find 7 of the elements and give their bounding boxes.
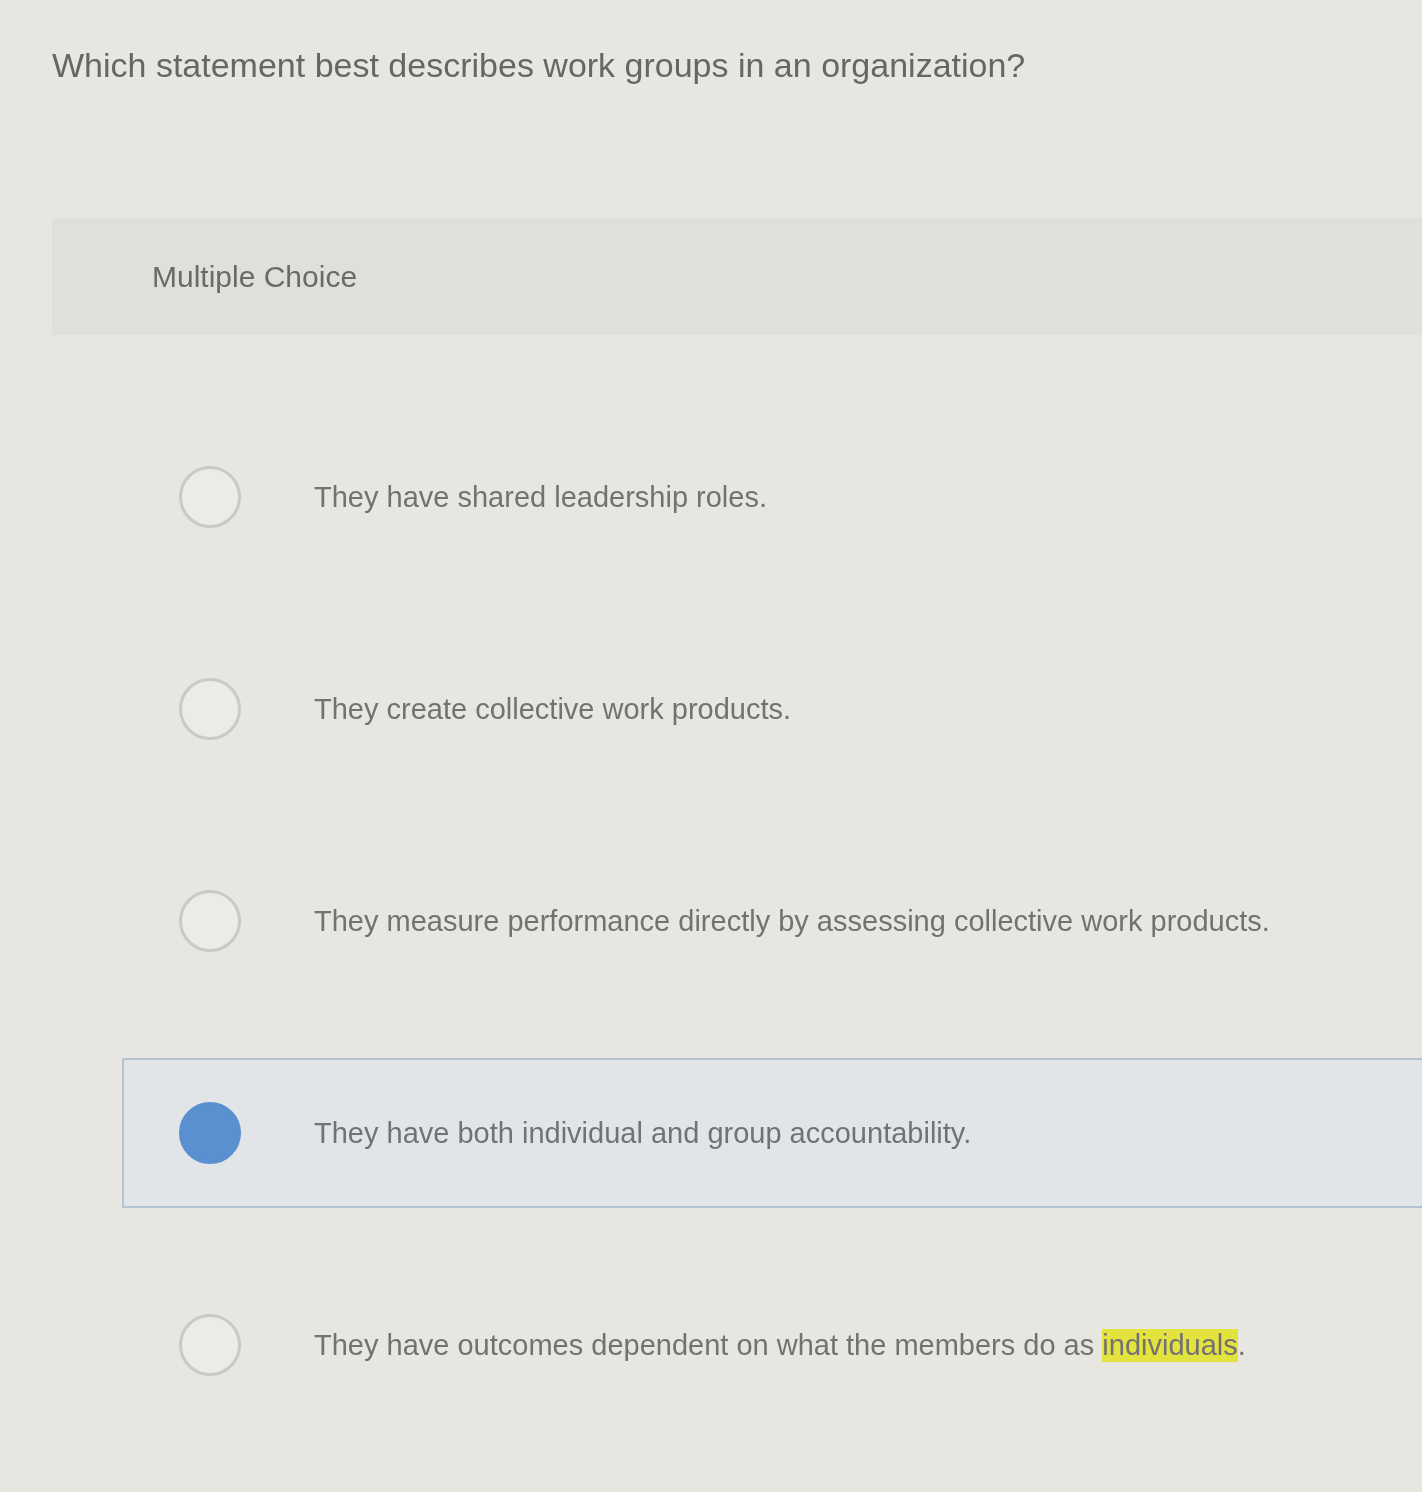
answer-option-text[interactable]: They have both individual and group accountability. <box>314 1116 972 1150</box>
question-text: Which statement best describes work groups in an organization? <box>52 45 1026 86</box>
answer-option-text[interactable]: They have outcomes dependent on what the members do as individuals. <box>314 1328 1246 1362</box>
answer-option-text[interactable]: They measure performance directly by assessing collective work products. <box>314 904 1270 938</box>
question-type-label: Multiple Choice <box>152 259 358 294</box>
answer-option-text[interactable]: They create collective work products. <box>314 692 792 726</box>
answer-option-text[interactable]: They have shared leadership roles. <box>314 480 767 514</box>
